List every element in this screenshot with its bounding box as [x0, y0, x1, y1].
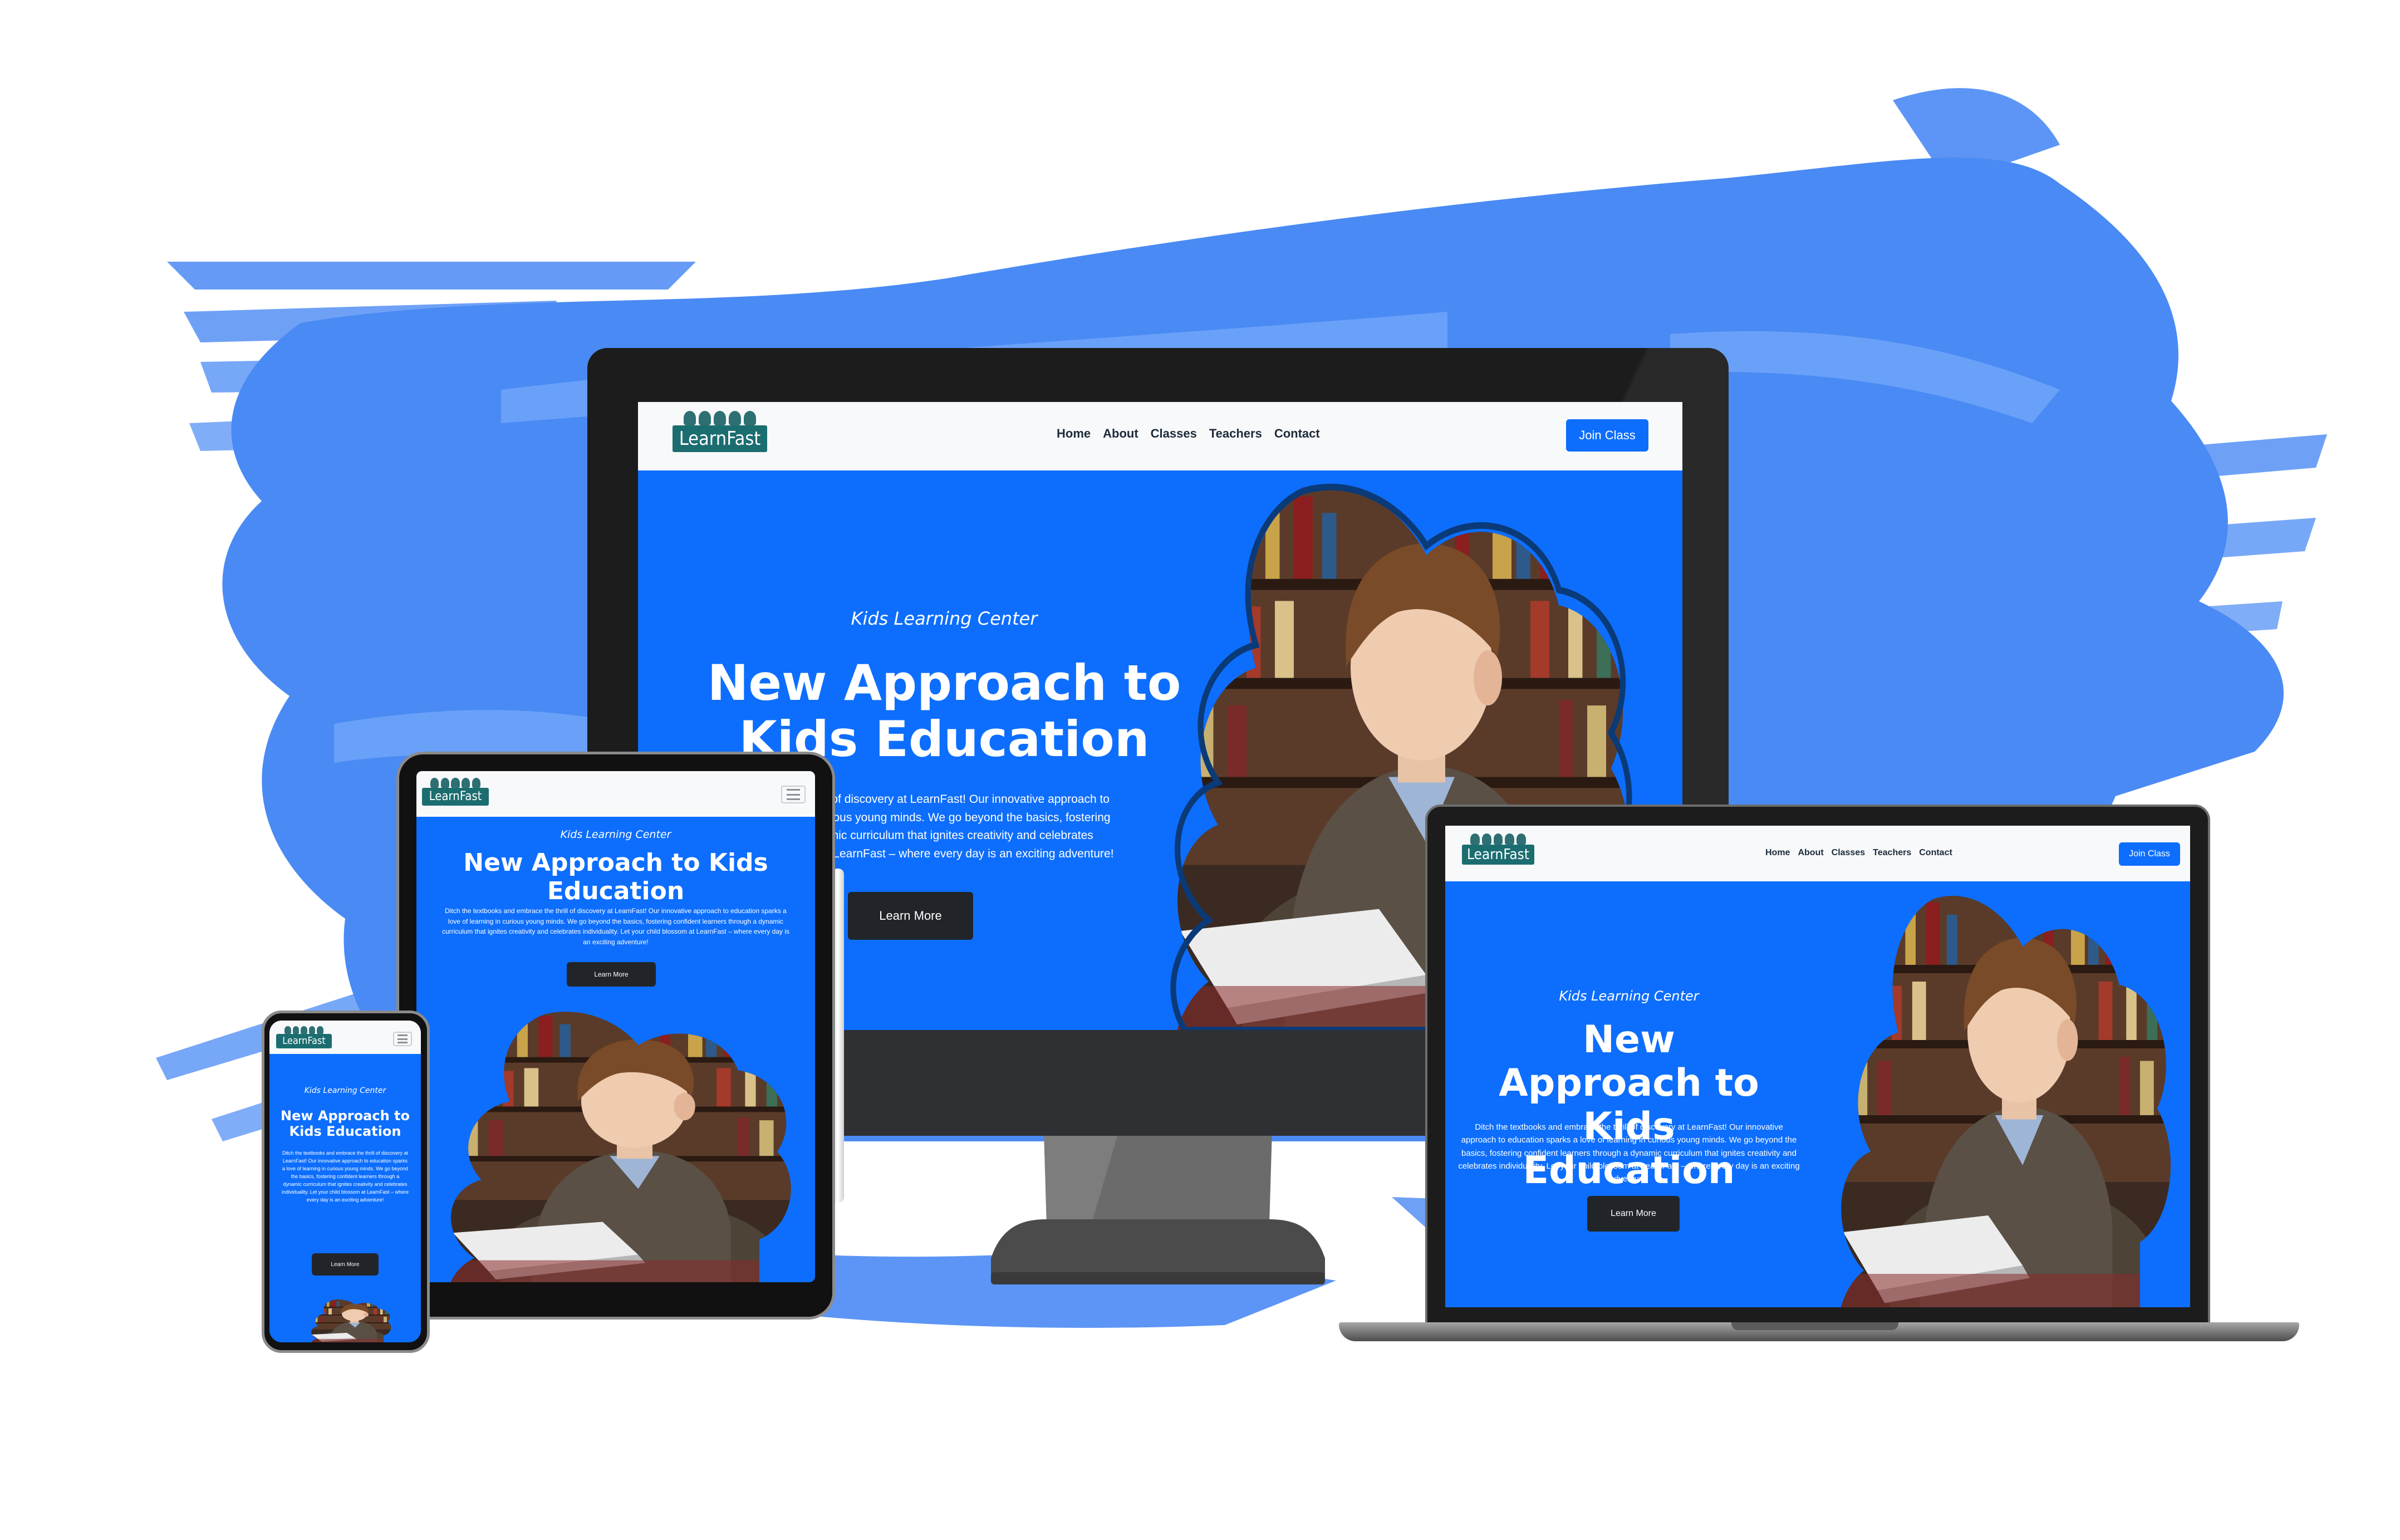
phone-screen: LearnFast Kids Learning Center New Appro…	[269, 1021, 421, 1342]
logo[interactable]: LearnFast	[422, 778, 489, 806]
navbar: LearnFast Home About Classes Teachers Co…	[638, 402, 1682, 470]
boy-reading-book-photo	[1838, 895, 2171, 1307]
hero-eyebrow: Kids Learning Center	[560, 828, 671, 841]
join-class-button[interactable]: Join Class	[2119, 842, 2180, 866]
nav-item-classes[interactable]: Classes	[1832, 848, 1866, 858]
logo[interactable]: LearnFast	[276, 1026, 332, 1048]
navbar: LearnFast	[416, 771, 815, 817]
hero-description: Ditch the textbooks and embrace the thri…	[1458, 1122, 1800, 1184]
nav-item-teachers[interactable]: Teachers	[1209, 426, 1262, 441]
logo-kids-icon	[430, 778, 480, 788]
learn-more-button[interactable]: Learn More	[848, 892, 973, 940]
hamburger-menu-icon[interactable]	[781, 786, 806, 803]
nav-item-about[interactable]: About	[1103, 426, 1138, 441]
hero-eyebrow: Kids Learning Center	[1559, 988, 1699, 1004]
logo[interactable]: LearnFast	[673, 411, 767, 452]
nav-item-home[interactable]: Home	[1057, 426, 1091, 441]
logo-text: LearnFast	[422, 788, 489, 806]
hero-description: Ditch the textbooks and embrace the thri…	[282, 1150, 409, 1203]
hero-title: New Approach to Kids Education	[281, 1108, 410, 1139]
logo-kids-icon	[684, 411, 756, 425]
nav-item-teachers[interactable]: Teachers	[1873, 848, 1911, 858]
laptop-screen: LearnFast Home About Classes Teachers Co…	[1445, 826, 2190, 1307]
navbar: LearnFast Home About Classes Teachers Co…	[1445, 826, 2190, 881]
logo-text: LearnFast	[276, 1034, 332, 1048]
boy-reading-book-photo	[448, 1012, 791, 1282]
hero-eyebrow: Kids Learning Center	[851, 608, 1038, 629]
nav-item-classes[interactable]: Classes	[1151, 426, 1197, 441]
nav-menu: Home About Classes Teachers Contact	[1765, 848, 1952, 858]
logo-text: LearnFast	[673, 425, 767, 452]
laptop-notch	[1731, 1322, 1898, 1330]
logo-text: LearnFast	[1462, 845, 1534, 865]
nav-item-home[interactable]: Home	[1765, 848, 1790, 858]
nav-item-about[interactable]: About	[1798, 848, 1823, 858]
logo[interactable]: LearnFast	[1462, 833, 1534, 865]
hero-title: New Approach to Kids Education	[707, 654, 1181, 768]
tablet-screen: LearnFast Kids Learning Center New Appro…	[416, 771, 815, 1282]
learn-more-button[interactable]: Learn More	[312, 1253, 379, 1276]
hero-eyebrow: Kids Learning Center	[304, 1086, 386, 1095]
hamburger-menu-icon[interactable]	[393, 1032, 412, 1046]
boy-reading-book-photo	[310, 1299, 391, 1342]
learn-more-button[interactable]: Learn More	[1587, 1196, 1680, 1232]
learn-more-button[interactable]: Learn More	[567, 962, 656, 987]
nav-item-contact[interactable]: Contact	[1919, 848, 1952, 858]
nav-menu: Home About Classes Teachers Contact	[1057, 426, 1320, 441]
logo-kids-icon	[1470, 833, 1526, 845]
logo-kids-icon	[284, 1026, 324, 1034]
hero-title: New Approach to Kids Education	[463, 849, 768, 905]
hero-description: Ditch the textbooks and embrace the thri…	[441, 907, 790, 946]
join-class-button[interactable]: Join Class	[1566, 419, 1648, 452]
nav-item-contact[interactable]: Contact	[1274, 426, 1320, 441]
navbar: LearnFast	[269, 1021, 421, 1054]
